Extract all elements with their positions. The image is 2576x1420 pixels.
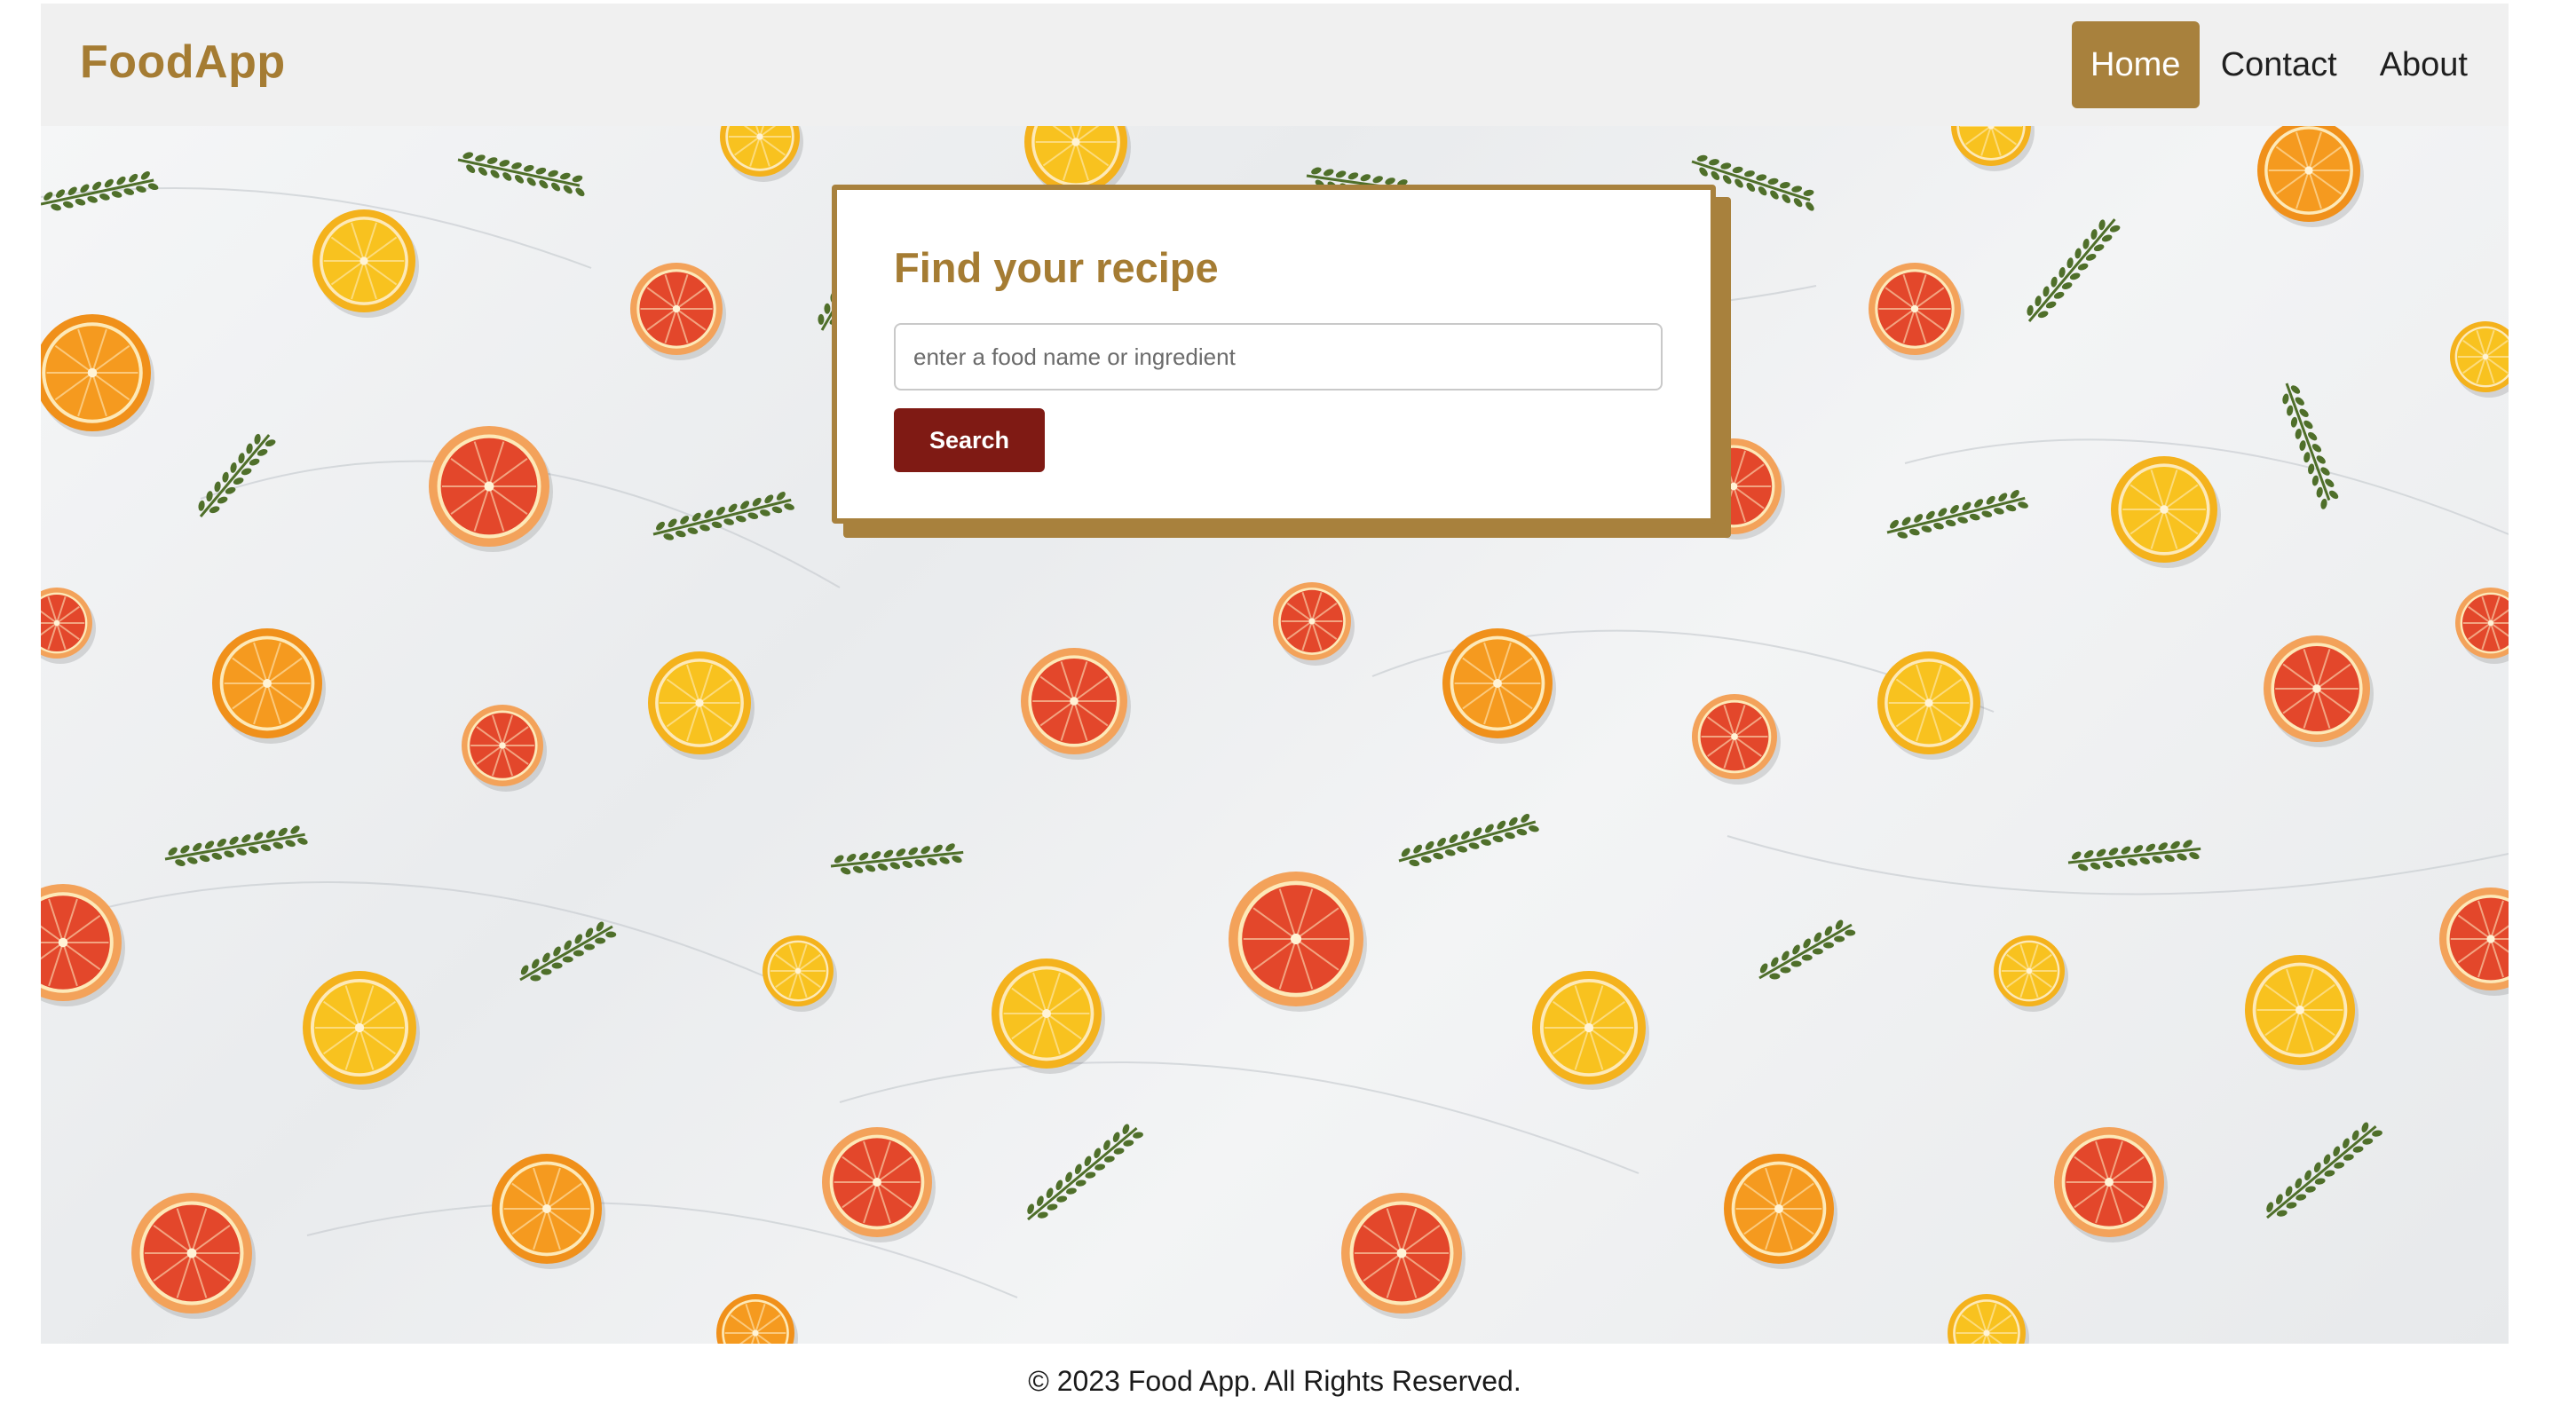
grapefruit-slice — [822, 1127, 936, 1242]
search-button[interactable]: Search — [894, 408, 1045, 472]
grapefruit-slice — [1273, 582, 1355, 666]
grapefruit-slice — [131, 1193, 256, 1319]
grapefruit-slice — [630, 263, 726, 360]
lemon-slice — [303, 971, 420, 1090]
thyme-sprig — [198, 433, 276, 517]
grapefruit-slice — [2264, 635, 2374, 747]
grapefruit-slice — [1229, 872, 1367, 1012]
grapefruit-slice — [1021, 648, 1131, 760]
grapefruit-slice — [2054, 1127, 2168, 1242]
lemon-slice — [312, 209, 419, 318]
grapefruit-slice — [2439, 888, 2509, 996]
grapefruit-slice — [462, 705, 547, 792]
nav-home[interactable]: Home — [2071, 21, 2200, 108]
orange-slice — [1442, 628, 1556, 744]
orange-slice — [2257, 126, 2364, 227]
thyme-sprig — [1027, 1124, 1143, 1221]
thyme-sprig — [2282, 383, 2339, 509]
lemon-slice — [763, 935, 837, 1012]
thyme-sprig — [830, 843, 964, 875]
lemon-slice — [1951, 126, 2035, 171]
lemon-slice — [1532, 971, 1649, 1090]
footer-copyright: © 2023 Food App. All Rights Reserved. — [1028, 1365, 1521, 1397]
lemon-slice — [1877, 651, 1984, 760]
thyme-sprig — [2027, 218, 2121, 322]
grapefruit-slice — [41, 588, 96, 664]
lemon-slice — [992, 958, 1105, 1074]
nav-about[interactable]: About — [2359, 21, 2489, 108]
hero-section: Find your recipe Search — [41, 126, 2509, 1344]
grapefruit-slice — [1692, 694, 1781, 785]
thyme-sprig — [457, 152, 585, 197]
lemon-slice — [1948, 1294, 2029, 1344]
search-card: Find your recipe Search — [832, 185, 1716, 524]
thyme-sprig — [652, 492, 794, 540]
lemon-slice — [2111, 456, 2221, 568]
lemon-slice — [2450, 321, 2509, 398]
search-input[interactable] — [894, 323, 1663, 390]
orange-slice — [41, 314, 154, 437]
thyme-sprig — [1886, 490, 2028, 539]
nav-contact[interactable]: Contact — [2200, 21, 2359, 108]
brand-logo[interactable]: FoodApp — [80, 36, 286, 89]
main-nav: Home Contact About — [2071, 21, 2489, 108]
lemon-slice — [1994, 935, 2068, 1012]
thyme-sprig — [1398, 813, 1539, 867]
thyme-sprig — [2266, 1122, 2382, 1219]
thyme-sprig — [164, 825, 308, 866]
navbar: FoodApp Home Contact About — [41, 4, 2509, 126]
lemon-slice — [648, 651, 755, 760]
thyme-sprig — [41, 171, 159, 211]
grapefruit-slice — [41, 884, 125, 1006]
grapefruit-slice — [1341, 1193, 1466, 1319]
grapefruit-slice — [429, 426, 553, 552]
lemon-slice — [2245, 955, 2359, 1070]
orange-slice — [212, 628, 326, 744]
orange-slice — [1724, 1154, 1837, 1269]
thyme-sprig — [2067, 840, 2201, 872]
footer: © 2023 Food App. All Rights Reserved. — [41, 1365, 2509, 1398]
thyme-sprig — [1758, 919, 1856, 980]
thyme-sprig — [519, 921, 617, 982]
page: FoodApp Home Contact About Find your rec… — [41, 4, 2509, 1415]
grapefruit-slice — [2455, 588, 2509, 664]
search-card-title: Find your recipe — [894, 244, 1219, 291]
orange-slice — [492, 1154, 605, 1269]
grapefruit-slice — [1869, 263, 1964, 360]
lemon-slice — [720, 126, 803, 182]
orange-slice — [716, 1294, 798, 1344]
